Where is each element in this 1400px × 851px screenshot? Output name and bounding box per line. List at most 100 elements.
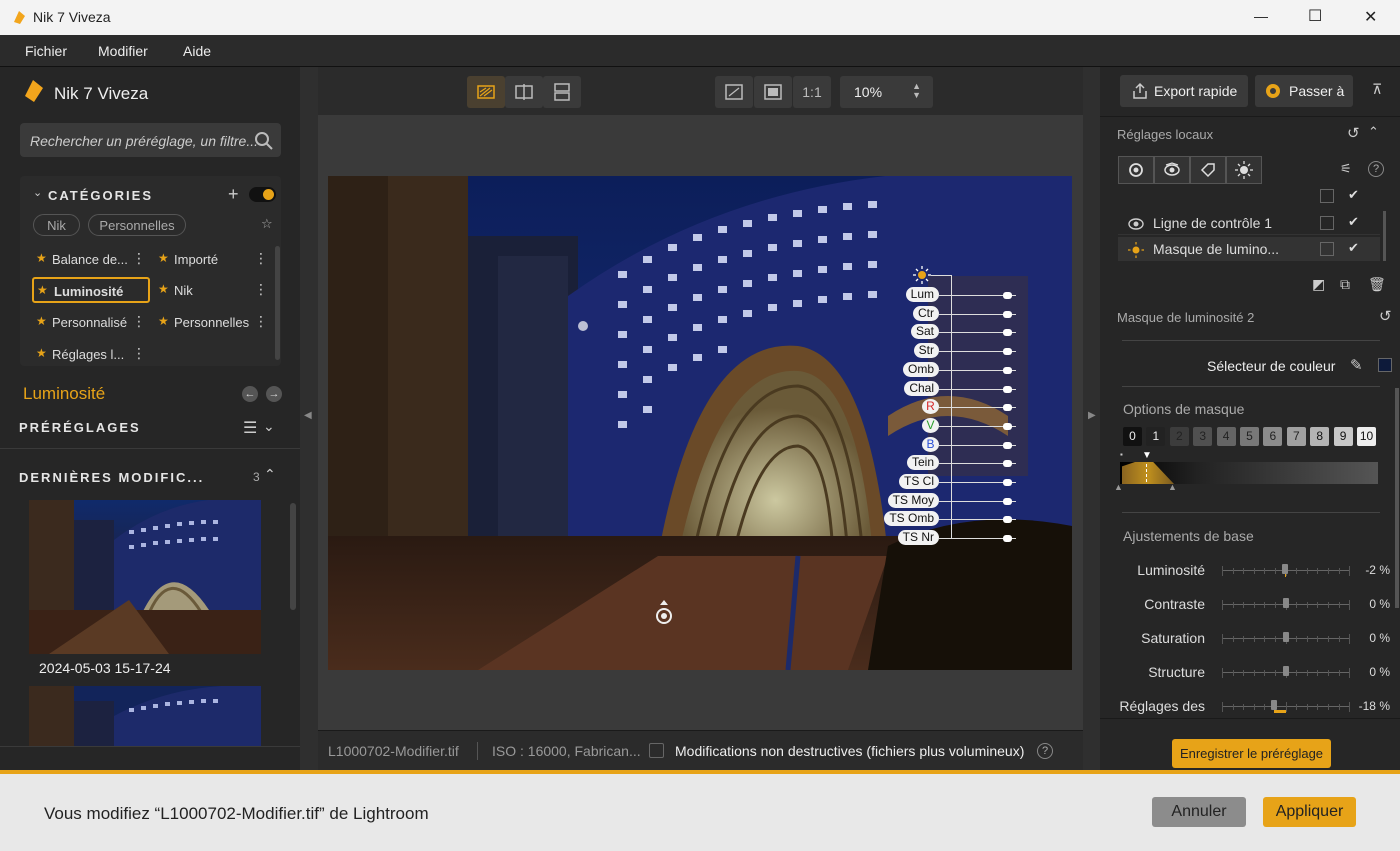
luminosity-mask-tool[interactable] [1226, 156, 1262, 184]
control-point-label[interactable]: Omb [902, 361, 939, 377]
mask-level-0[interactable]: 0 [1123, 427, 1142, 446]
minimize-button[interactable]: — [1254, 8, 1268, 24]
eyedropper-icon[interactable]: ✎ [1350, 356, 1363, 374]
control-point-slider[interactable] [952, 460, 1016, 468]
control-point-slider[interactable] [952, 292, 1016, 299]
nondestructive-checkbox[interactable] [649, 743, 664, 758]
collapse-left-icon[interactable]: ◀ [304, 410, 312, 421]
reset-icon[interactable]: ↺ [1379, 307, 1392, 325]
adjust-slider[interactable] [1222, 598, 1351, 610]
right-collapse-strip[interactable]: ▶ [1083, 67, 1100, 770]
control-point-label[interactable]: Tein [906, 455, 939, 471]
next-arrow-icon[interactable]: → [266, 386, 282, 402]
apply-button[interactable]: Appliquer [1263, 797, 1356, 827]
split-vertical-button[interactable] [505, 76, 543, 108]
adjust-value[interactable]: -18 % [1352, 699, 1390, 713]
range-handle-icon[interactable]: ▲ [1168, 482, 1177, 492]
layers-scrollbar[interactable] [1383, 211, 1386, 261]
fill-screen-button[interactable] [754, 76, 792, 108]
control-point-slider[interactable] [952, 348, 1016, 356]
split-horizontal-button[interactable] [543, 76, 581, 108]
control-point-label[interactable]: TS Moy [887, 492, 939, 508]
export-button[interactable]: Export rapide [1120, 75, 1248, 107]
mask-toggle-icon[interactable] [1320, 216, 1334, 230]
control-point-label[interactable]: Ctr [913, 305, 939, 321]
add-category-icon[interactable]: + [228, 184, 239, 205]
categories-scrollbar[interactable] [275, 246, 280, 360]
more-icon[interactable]: ⋮ [132, 313, 146, 330]
recent-thumbnail[interactable] [29, 500, 261, 654]
category-item[interactable]: ★ Personnelles ⋮ [154, 309, 270, 335]
mask-level-4[interactable]: 4 [1216, 427, 1236, 446]
actual-size-button[interactable]: 1:1 [793, 76, 831, 108]
polygon-tool[interactable] [1190, 156, 1226, 184]
categories-toggle[interactable] [249, 187, 276, 202]
control-point-label[interactable]: R [922, 399, 939, 415]
fit-screen-button[interactable] [715, 76, 753, 108]
category-item[interactable]: ★ Balance de... ⋮ [32, 246, 150, 272]
control-point-marker-icon[interactable] [653, 598, 675, 626]
save-preset-button[interactable]: Enregistrer le préréglage [1172, 739, 1331, 768]
menu-fichier[interactable]: Fichier [25, 43, 67, 59]
more-icon[interactable]: ⋮ [254, 250, 268, 267]
control-point-slider[interactable] [952, 404, 1016, 412]
adjust-value[interactable]: -2 % [1352, 563, 1390, 577]
control-point-slider[interactable] [952, 385, 1016, 393]
adjust-slider[interactable] [1222, 564, 1351, 577]
prev-arrow-icon[interactable]: ← [242, 386, 258, 402]
passer-button[interactable]: Passer à [1255, 75, 1353, 107]
mask-level-8[interactable]: 8 [1310, 427, 1330, 446]
control-point-label[interactable]: Lum [905, 287, 939, 302]
reset-icon[interactable]: ↺ [1347, 124, 1360, 142]
chevron-up-icon[interactable]: ⌃ [1368, 124, 1379, 140]
chevron-down-icon[interactable]: ⌄ [33, 186, 42, 199]
adjust-value[interactable]: 0 % [1352, 665, 1390, 679]
mask-level-5[interactable]: 5 [1240, 427, 1259, 446]
control-point-slider[interactable] [952, 441, 1016, 449]
control-point-slider[interactable] [952, 329, 1016, 337]
delete-icon[interactable]: 🗑 [1368, 276, 1386, 293]
control-point-label[interactable]: Sat [910, 324, 939, 340]
control-point-slider[interactable] [952, 422, 1016, 430]
menu-modifier[interactable]: Modifier [98, 43, 148, 59]
help-icon[interactable]: ? [1368, 161, 1384, 177]
single-view-button[interactable] [467, 76, 505, 108]
control-point-slider[interactable] [952, 366, 1016, 374]
adjust-slider[interactable] [1222, 632, 1351, 644]
control-point-slider[interactable] [952, 535, 1016, 543]
control-point-slider[interactable] [952, 310, 1016, 318]
favorite-filter-icon[interactable]: ☆ [261, 216, 273, 232]
more-icon[interactable]: ⋮ [254, 313, 268, 330]
layer-checkbox[interactable]: ✔ [1348, 240, 1359, 256]
layer-checkbox[interactable]: ✔ [1348, 214, 1359, 230]
close-button[interactable]: ✕ [1364, 7, 1377, 27]
mask-level-3[interactable]: 3 [1193, 427, 1213, 446]
more-icon[interactable]: ⋮ [132, 345, 146, 362]
help-icon[interactable]: ? [1037, 743, 1053, 759]
mask-level-7[interactable]: 7 [1286, 427, 1306, 446]
range-handle-icon[interactable]: ▪ [1120, 450, 1123, 459]
left-collapse-strip[interactable]: ◀ [300, 67, 318, 770]
control-point-slider[interactable] [952, 479, 1016, 486]
maximize-button[interactable]: ☐ [1308, 6, 1322, 26]
layer-row-selected[interactable]: Masque de lumino... ✔ [1118, 237, 1380, 261]
mask-level-2[interactable]: 2 [1169, 427, 1189, 446]
duplicate-icon[interactable]: ⧉ [1340, 276, 1350, 293]
control-point-tool[interactable] [1118, 156, 1154, 184]
cancel-button[interactable]: Annuler [1152, 797, 1246, 827]
category-item-selected[interactable]: ★ Luminosité [32, 277, 150, 303]
chevron-down-icon[interactable]: ⌄ [263, 418, 275, 435]
layer-row[interactable]: Ligne de contrôle 1 ✔ [1118, 211, 1380, 235]
color-swatch[interactable] [1378, 358, 1392, 372]
recent-scrollbar[interactable] [290, 503, 296, 610]
collapse-panel-icon[interactable]: ⊼ [1372, 81, 1382, 98]
category-item[interactable]: ★ Nik ⋮ [154, 277, 270, 303]
right-scrollbar[interactable] [1395, 388, 1399, 608]
search-icon[interactable] [255, 132, 273, 150]
category-item[interactable]: ★ Réglages l... ⋮ [32, 341, 150, 367]
mask-level-9[interactable]: 9 [1333, 427, 1353, 446]
adjust-value[interactable]: 0 % [1352, 597, 1390, 611]
control-point-label[interactable]: Chal [904, 380, 939, 396]
mask-toggle-icon[interactable] [1320, 242, 1334, 256]
chevron-up-icon[interactable]: ⌃ [264, 466, 276, 483]
